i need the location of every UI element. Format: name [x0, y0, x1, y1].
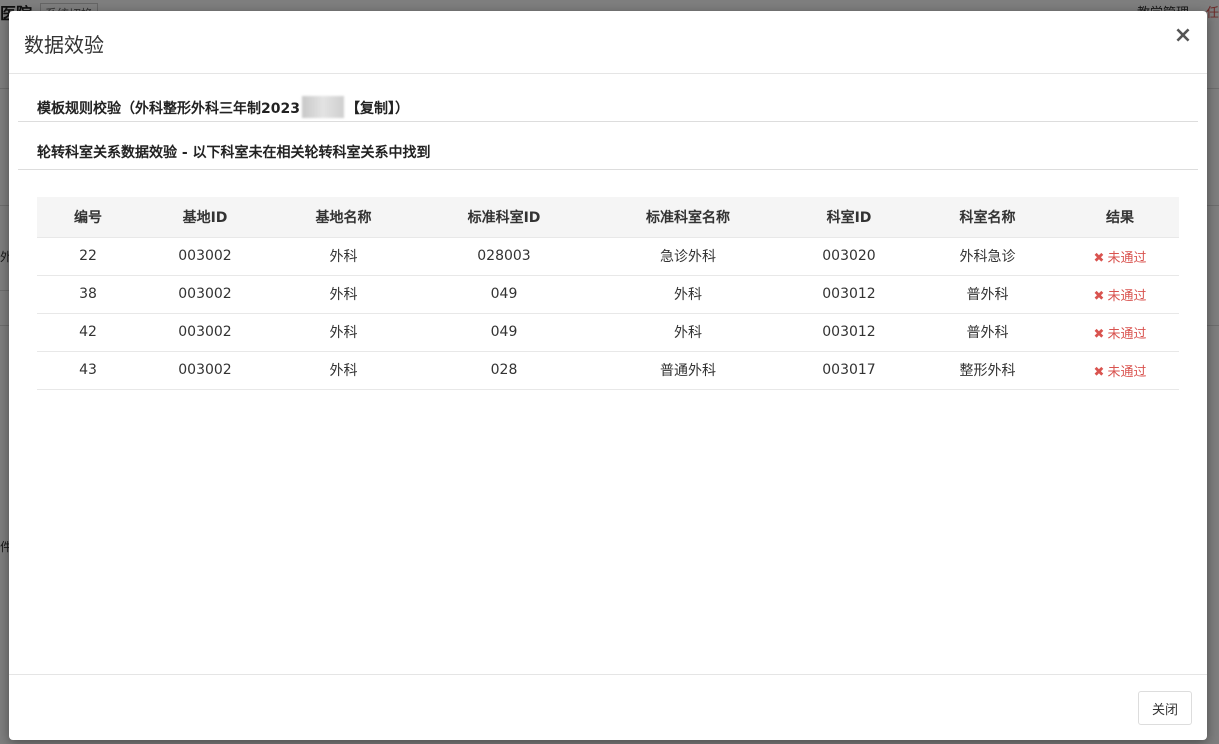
cell-dept-id: 003012 — [784, 275, 914, 314]
template-check-suffix: 【复制】） — [345, 101, 409, 117]
fail-badge: ✖ 未通过 — [1094, 365, 1147, 380]
modal-title: 数据效验 — [24, 33, 104, 57]
cell-result: ✖ 未通过 — [1061, 237, 1179, 276]
cell-base-id: 003002 — [139, 275, 271, 314]
cell-dept-id: 003012 — [784, 313, 914, 352]
column-header: 结果 — [1061, 197, 1179, 238]
column-header: 科室名称 — [914, 197, 1061, 238]
table-row: 42 003002 外科 049 外科 003012 普外科 ✖ 未通过 — [37, 313, 1179, 352]
fail-badge: ✖ 未通过 — [1094, 327, 1147, 342]
cell-dept-name: 普外科 — [914, 313, 1061, 352]
fail-badge: ✖ 未通过 — [1094, 289, 1147, 304]
column-header: 标准科室名称 — [592, 197, 784, 238]
x-icon: ✖ — [1093, 288, 1105, 304]
cell-std-dept-id: 028 — [416, 351, 592, 390]
table-header-row: 编号 基地ID 基地名称 标准科室ID 标准科室名称 科室ID 科室名称 结果 — [37, 197, 1179, 238]
relation-check-heading: 轮转科室关系数据效验 - 以下科室未在相关轮转科室关系中找到 — [18, 122, 1198, 170]
column-header: 编号 — [37, 197, 139, 238]
table-row: 22 003002 外科 028003 急诊外科 003020 外科急诊 ✖ 未通… — [37, 237, 1179, 276]
cell-base-name: 外科 — [271, 237, 416, 276]
result-text: 未通过 — [1107, 250, 1147, 266]
cell-std-dept-name: 外科 — [592, 313, 784, 352]
cell-no: 43 — [37, 351, 139, 390]
x-icon: ✖ — [1093, 250, 1105, 266]
cell-result: ✖ 未通过 — [1061, 275, 1179, 314]
cell-base-id: 003002 — [139, 351, 271, 390]
cell-base-name: 外科 — [271, 275, 416, 314]
cell-dept-name: 普外科 — [914, 275, 1061, 314]
result-text: 未通过 — [1107, 288, 1147, 304]
x-icon: ✖ — [1093, 326, 1105, 342]
cell-base-name: 外科 — [271, 351, 416, 390]
x-icon: ✖ — [1093, 364, 1105, 380]
cell-std-dept-name: 外科 — [592, 275, 784, 314]
table-row: 43 003002 外科 028 普通外科 003017 整形外科 ✖ 未通过 — [37, 351, 1179, 390]
column-header: 基地ID — [139, 197, 271, 238]
cell-dept-name: 整形外科 — [914, 351, 1061, 390]
cell-base-id: 003002 — [139, 313, 271, 352]
column-header: 科室ID — [784, 197, 914, 238]
redacted-text — [301, 96, 344, 118]
cell-base-name: 外科 — [271, 313, 416, 352]
cell-std-dept-name: 普通外科 — [592, 351, 784, 390]
cell-dept-name: 外科急诊 — [914, 237, 1061, 276]
cell-std-dept-id: 028003 — [416, 237, 592, 276]
cell-no: 38 — [37, 275, 139, 314]
cell-std-dept-id: 049 — [416, 313, 592, 352]
cell-dept-id: 003020 — [784, 237, 914, 276]
fail-badge: ✖ 未通过 — [1094, 251, 1147, 266]
modal-footer: 关闭 — [9, 674, 1207, 740]
close-button[interactable]: 关闭 — [1138, 691, 1192, 725]
result-text: 未通过 — [1107, 326, 1147, 342]
close-icon[interactable]: × — [1173, 25, 1193, 49]
cell-no: 22 — [37, 237, 139, 276]
table-row: 38 003002 外科 049 外科 003012 普外科 ✖ 未通过 — [37, 275, 1179, 314]
cell-std-dept-name: 急诊外科 — [592, 237, 784, 276]
cell-std-dept-id: 049 — [416, 275, 592, 314]
template-rule-check-heading: 模板规则校验（外科整形外科三年制2023 【复制】） — [18, 74, 1198, 122]
column-header: 标准科室ID — [416, 197, 592, 238]
template-check-prefix: 模板规则校验（外科整形外科三年制2023 — [37, 101, 300, 117]
column-header: 基地名称 — [271, 197, 416, 238]
cell-result: ✖ 未通过 — [1061, 351, 1179, 390]
result-text: 未通过 — [1107, 364, 1147, 380]
cell-result: ✖ 未通过 — [1061, 313, 1179, 352]
cell-dept-id: 003017 — [784, 351, 914, 390]
modal-body: 模板规则校验（外科整形外科三年制2023 【复制】） 轮转科室关系数据效验 - 以… — [18, 74, 1198, 674]
data-validation-modal: 数据效验 × 模板规则校验（外科整形外科三年制2023 【复制】） 轮转科室关系数… — [9, 11, 1207, 740]
validation-result-table: 编号 基地ID 基地名称 标准科室ID 标准科室名称 科室ID 科室名称 结果 … — [37, 197, 1179, 390]
cell-base-id: 003002 — [139, 237, 271, 276]
cell-no: 42 — [37, 313, 139, 352]
modal-header: 数据效验 × — [9, 11, 1207, 74]
